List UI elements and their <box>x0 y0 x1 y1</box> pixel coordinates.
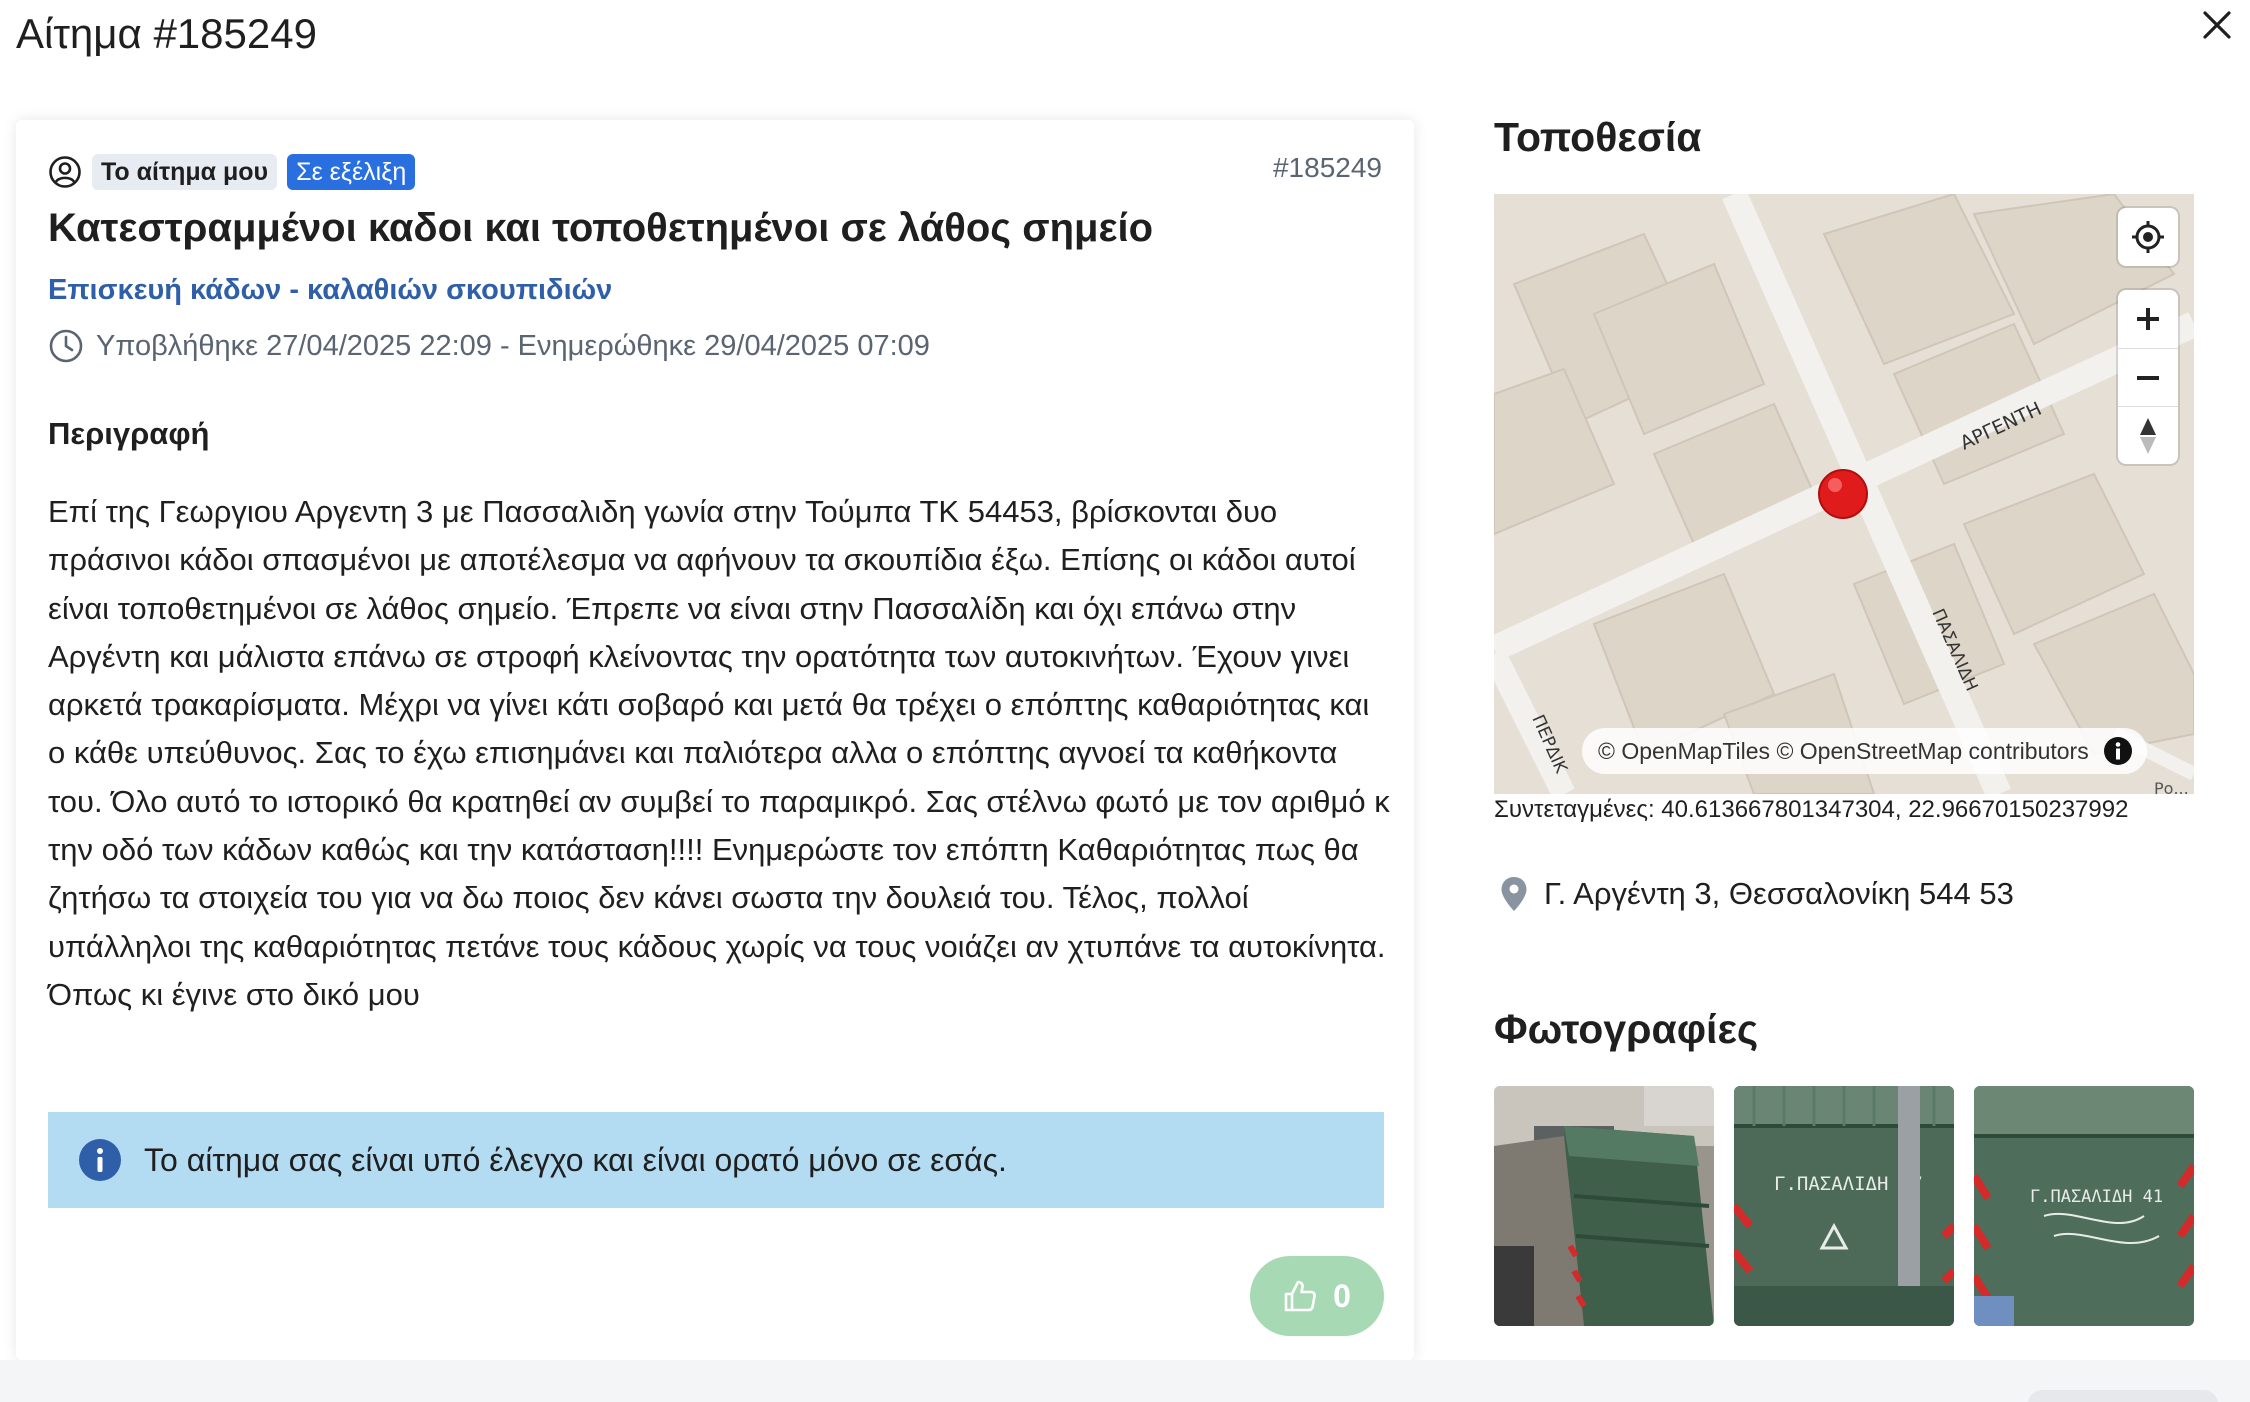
compass-icon <box>2140 417 2156 454</box>
my-request-badge: Το αίτημα μου <box>92 154 278 190</box>
photo-image <box>1494 1086 1714 1326</box>
description-heading: Περιγραφή <box>48 416 210 451</box>
coordinates-text: Συντεταγμένες: 40.613667801347304, 22.96… <box>1494 796 2129 823</box>
photo-thumbnail-2[interactable]: Γ.ΠΑΣΑΛΙΔΗ 37 <box>1734 1086 1954 1326</box>
like-button[interactable]: 0 <box>1250 1256 1384 1336</box>
footer-strip <box>0 1360 2250 1402</box>
footer-pill <box>2028 1390 2218 1402</box>
photo-label-3: Γ.ΠΑΣΑΛΙΔΗ 41 <box>2030 1187 2163 1207</box>
request-dates: Υποβλήθηκε 27/04/2025 22:09 - Ενημερώθηκ… <box>48 328 930 364</box>
zoom-in-button[interactable] <box>2118 290 2178 348</box>
photos-heading: Φωτογραφίες <box>1494 1006 1759 1052</box>
map-attribution: © OpenMapTiles © OpenStreetMap contribut… <box>1582 728 2147 774</box>
info-alert: Το αίτημα σας είναι υπό έλεγχο και είναι… <box>48 1112 1384 1208</box>
photo-image: Γ.ΠΑΣΑΛΙΔΗ 41 <box>1974 1086 2194 1326</box>
photo-thumbnail-1[interactable] <box>1494 1086 1714 1326</box>
info-icon <box>78 1138 122 1182</box>
address: Γ. Αργέντη 3, Θεσσαλονίκη 544 53 <box>1500 876 2014 912</box>
request-meta: Το αίτημα μου Σε εξέλιξη <box>48 154 416 190</box>
info-message: Το αίτημα σας είναι υπό έλεγχο και είναι… <box>144 1141 1007 1178</box>
map-marker-icon <box>1818 469 1868 519</box>
attribution-text: © OpenMapTiles © OpenStreetMap contribut… <box>1598 737 2089 764</box>
close-button[interactable] <box>2196 4 2238 46</box>
user-circle-icon <box>48 155 82 189</box>
request-id: #185249 <box>1272 152 1382 183</box>
like-count: 0 <box>1333 1277 1351 1314</box>
category-link[interactable]: Επισκευή κάδων - καλαθιών σκουπιδιών <box>48 274 612 307</box>
plus-icon <box>2137 308 2159 330</box>
photo-gallery: Γ.ΠΑΣΑΛΙΔΗ 37 Γ.ΠΑΣΑΛΙΔΗ 41 <box>1494 1086 2194 1326</box>
location-heading: Τοποθεσία <box>1494 114 1702 160</box>
thumbs-up-icon <box>1284 1280 1316 1312</box>
street-label-corner: Ρο... <box>2154 779 2189 794</box>
compass-button[interactable] <box>2118 406 2178 464</box>
map-tiles: ΑΡΓΕΝΤΗ ΠΑΣΑΛΙΔΗ ΠΕΡΔΙΚ Ρο... <box>1494 194 2194 794</box>
request-card: Το αίτημα μου Σε εξέλιξη #185249 Κατεστρ… <box>16 120 1414 1360</box>
modal-title: Αίτημα #185249 <box>16 10 317 57</box>
zoom-controls <box>2118 290 2178 464</box>
geolocate-control <box>2118 208 2178 266</box>
address-text: Γ. Αργέντη 3, Θεσσαλονίκη 544 53 <box>1544 876 2014 911</box>
info-circle-icon[interactable] <box>2103 736 2133 766</box>
close-icon <box>2203 11 2231 39</box>
photo-image: Γ.ΠΑΣΑΛΙΔΗ 37 <box>1734 1086 1954 1326</box>
dates-text: Υποβλήθηκε 27/04/2025 22:09 - Ενημερώθηκ… <box>96 329 930 362</box>
map-pin-icon <box>1501 877 1527 911</box>
zoom-out-button[interactable] <box>2118 348 2178 406</box>
geolocate-button[interactable] <box>2118 208 2178 266</box>
status-badge: Σε εξέλιξη <box>287 154 416 190</box>
photo-thumbnail-3[interactable]: Γ.ΠΑΣΑΛΙΔΗ 41 <box>1974 1086 2194 1326</box>
clock-icon <box>49 329 83 363</box>
request-title: Κατεστραμμένοι καδοι και τοποθετημένοι σ… <box>48 206 1154 250</box>
description-text: Επί της Γεωργιου Αργεντη 3 με Πασσαλιδη … <box>48 494 1390 1012</box>
minus-icon <box>2137 375 2159 380</box>
location-map[interactable]: ΑΡΓΕΝΤΗ ΠΑΣΑΛΙΔΗ ΠΕΡΔΙΚ Ρο... © OpenMapT… <box>1494 194 2194 794</box>
crosshair-icon <box>2132 221 2164 253</box>
